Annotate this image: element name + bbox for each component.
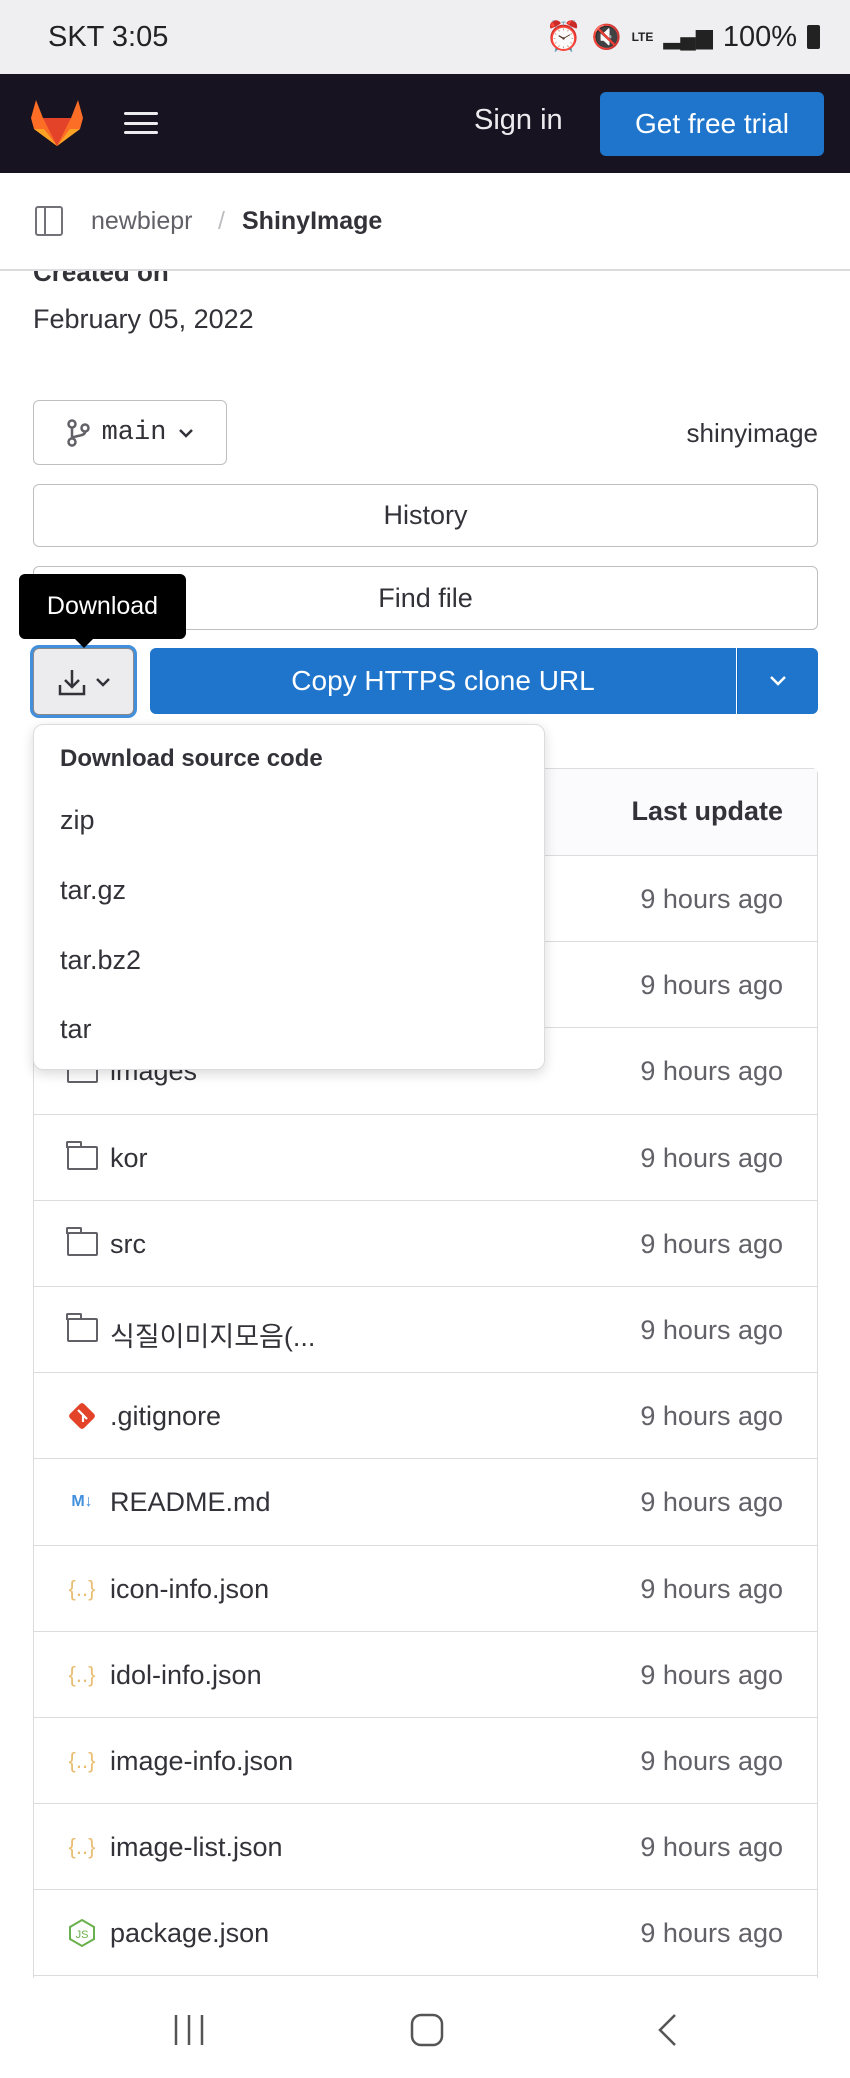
table-row[interactable]: {..} idol-info.json 9 hours ago — [34, 1632, 817, 1718]
breadcrumb-project[interactable]: ShinyImage — [242, 207, 382, 236]
table-row[interactable]: JS package.json 9 hours ago — [34, 1890, 817, 1977]
file-name[interactable]: image-list.json — [110, 1832, 283, 1863]
file-name[interactable]: 식질이미지모음(... — [110, 1315, 315, 1354]
last-update: 9 hours ago — [640, 884, 783, 914]
home-icon[interactable] — [410, 2013, 444, 2047]
folder-icon — [66, 1226, 98, 1256]
table-row[interactable]: M↓ README.md 9 hours ago — [34, 1459, 817, 1546]
last-update: 9 hours ago — [640, 1401, 783, 1432]
copy-https-clone-url-button[interactable]: Copy HTTPS clone URL — [150, 648, 736, 714]
last-update: 9 hours ago — [640, 1056, 783, 1087]
chevron-down-icon — [179, 428, 194, 438]
table-row[interactable]: .gitignore 9 hours ago — [34, 1373, 817, 1460]
file-name[interactable]: package.json — [110, 1918, 269, 1949]
download-tooltip: Download — [19, 574, 186, 648]
json-icon: {..} — [68, 1747, 96, 1773]
mute-icon: 🔇 — [591, 23, 622, 51]
download-tar[interactable]: tar — [60, 1014, 92, 1045]
branch-name: main — [101, 417, 167, 448]
project-name: shinyimage — [686, 418, 818, 448]
file-name[interactable]: idol-info.json — [110, 1660, 262, 1691]
alarm-icon: ⏰ — [545, 21, 582, 53]
signal-icon: ▂▄▆ — [663, 24, 713, 49]
download-zip[interactable]: zip — [60, 805, 95, 836]
file-name[interactable]: src — [110, 1229, 146, 1260]
sidebar-toggle-icon[interactable] — [35, 206, 63, 236]
folder-icon — [66, 1140, 98, 1170]
download-button[interactable] — [33, 648, 134, 715]
recent-apps-icon[interactable] — [172, 2013, 206, 2047]
table-row[interactable]: {..} image-info.json 9 hours ago — [34, 1718, 817, 1805]
battery-text: 100% — [722, 20, 797, 53]
file-name[interactable]: README.md — [110, 1487, 271, 1518]
last-update-header: Last update — [631, 796, 783, 826]
last-update: 9 hours ago — [640, 1659, 783, 1690]
folder-icon — [66, 1312, 98, 1342]
last-update: 9 hours ago — [640, 1228, 783, 1259]
table-row[interactable]: kor 9 hours ago — [34, 1115, 817, 1201]
breadcrumb-separator: / — [218, 207, 225, 235]
top-navbar: Sign in Get free trial — [0, 74, 850, 173]
json-icon: {..} — [68, 1834, 96, 1860]
branch-icon — [66, 418, 90, 447]
markdown-icon: M↓ — [71, 1493, 93, 1511]
last-update: 9 hours ago — [640, 1745, 783, 1776]
lte-icon: LTE — [631, 30, 654, 44]
history-button[interactable]: History — [33, 484, 818, 547]
file-name[interactable]: image-info.json — [110, 1746, 293, 1777]
get-free-trial-button[interactable]: Get free trial — [600, 92, 824, 156]
json-icon: {..} — [68, 1575, 96, 1601]
table-row[interactable]: {..} image-list.json 9 hours ago — [34, 1804, 817, 1891]
table-row[interactable]: src 9 hours ago — [34, 1201, 817, 1287]
clone-options-dropdown[interactable] — [737, 648, 818, 714]
last-update: 9 hours ago — [640, 1832, 783, 1863]
last-update: 9 hours ago — [640, 1573, 783, 1604]
download-dropdown-menu: Download source code zip tar.gz tar.bz2 … — [33, 724, 545, 1070]
file-name[interactable]: icon-info.json — [110, 1574, 269, 1605]
last-update: 9 hours ago — [640, 1918, 783, 1949]
breadcrumb-group[interactable]: newbiepr — [91, 207, 192, 236]
breadcrumb: newbiepr / ShinyImage — [0, 173, 850, 271]
last-update: 9 hours ago — [640, 1142, 783, 1173]
branch-selector[interactable]: main — [33, 400, 227, 465]
file-name[interactable]: .gitignore — [110, 1401, 221, 1432]
download-tar-gz[interactable]: tar.gz — [60, 875, 126, 906]
dropdown-header: Download source code — [60, 745, 323, 772]
table-row[interactable]: 식질이미지모음(... 9 hours ago — [34, 1287, 817, 1374]
last-update: 9 hours ago — [640, 1314, 783, 1345]
table-row[interactable]: {..} icon-info.json 9 hours ago — [34, 1546, 817, 1632]
battery-icon — [807, 25, 820, 49]
last-update: 9 hours ago — [640, 970, 783, 1001]
chevron-down-icon — [95, 677, 110, 687]
created-date: February 05, 2022 — [33, 304, 254, 334]
download-tar-bz2[interactable]: tar.bz2 — [60, 945, 141, 976]
chevron-down-icon — [770, 676, 786, 686]
status-bar: SKT 3:05 ⏰ 🔇 LTE ▂▄▆ 100% — [0, 0, 850, 74]
back-icon[interactable] — [655, 2013, 679, 2047]
json-icon: {..} — [68, 1661, 96, 1687]
carrier-time: SKT 3:05 — [48, 20, 169, 53]
last-update: 9 hours ago — [640, 1487, 783, 1518]
git-icon — [69, 1403, 95, 1430]
file-name[interactable]: kor — [110, 1143, 148, 1174]
sign-in-link[interactable]: Sign in — [474, 104, 563, 137]
download-icon — [58, 669, 85, 695]
gitlab-logo-icon[interactable] — [30, 98, 84, 148]
svg-text:JS: JS — [76, 1929, 89, 1941]
nodejs-icon: JS — [69, 1919, 95, 1948]
menu-icon[interactable] — [124, 112, 158, 134]
android-nav-bar — [0, 1978, 850, 2078]
